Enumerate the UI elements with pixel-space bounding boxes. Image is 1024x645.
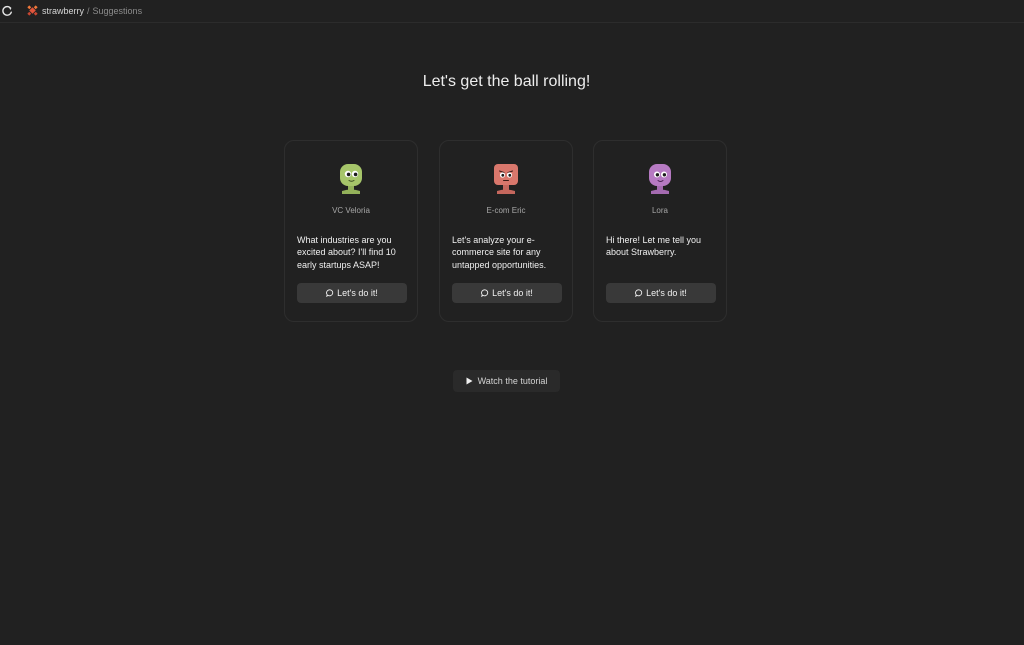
red-persona-avatar-icon <box>494 164 518 194</box>
breadcrumb: strawberry / Suggestions <box>42 5 142 17</box>
breadcrumb-separator: / <box>87 6 90 16</box>
chat-bubble-icon <box>635 289 643 297</box>
purple-persona-avatar-icon <box>649 164 671 194</box>
lets-do-it-button[interactable]: Let's do it! <box>606 283 716 303</box>
page-title: Let's get the ball rolling! <box>422 73 591 90</box>
persona-card-e-com-eric: E-com Eric Let's analyze your e-commerce… <box>439 140 573 322</box>
persona-prompt: What industries are you excited about? I… <box>297 235 396 270</box>
watch-tutorial-label: Watch the tutorial <box>477 376 548 386</box>
persona-prompt: Let's analyze your e-commerce site for a… <box>452 235 547 270</box>
lets-do-it-button[interactable]: Let's do it! <box>452 283 562 303</box>
persona-name: E-com Eric <box>486 206 526 215</box>
strawberry-logo-icon <box>27 5 38 16</box>
persona-name: VC Veloria <box>332 206 370 215</box>
breadcrumb-current-page: Suggestions <box>92 6 143 16</box>
chat-bubble-icon <box>326 289 334 297</box>
lets-do-it-label: Let's do it! <box>337 288 378 298</box>
watch-tutorial-button[interactable]: Watch the tutorial <box>453 370 560 392</box>
reload-icon[interactable] <box>1 5 13 17</box>
lets-do-it-button[interactable]: Let's do it! <box>297 283 407 303</box>
persona-card-vc-veloria: VC Veloria What industries are you excit… <box>284 140 418 322</box>
play-icon <box>466 377 473 385</box>
breadcrumb-app-link[interactable]: strawberry <box>42 6 84 16</box>
chat-bubble-icon <box>481 289 489 297</box>
persona-name: Lora <box>651 206 668 215</box>
persona-card-lora: Lora Hi there! Let me tell you about Str… <box>593 140 727 322</box>
top-bar: strawberry / Suggestions <box>0 0 1024 23</box>
persona-prompt: Hi there! Let me tell you about Strawber… <box>606 235 702 258</box>
green-persona-avatar-icon <box>340 164 362 194</box>
lets-do-it-label: Let's do it! <box>646 288 687 298</box>
lets-do-it-label: Let's do it! <box>492 288 533 298</box>
